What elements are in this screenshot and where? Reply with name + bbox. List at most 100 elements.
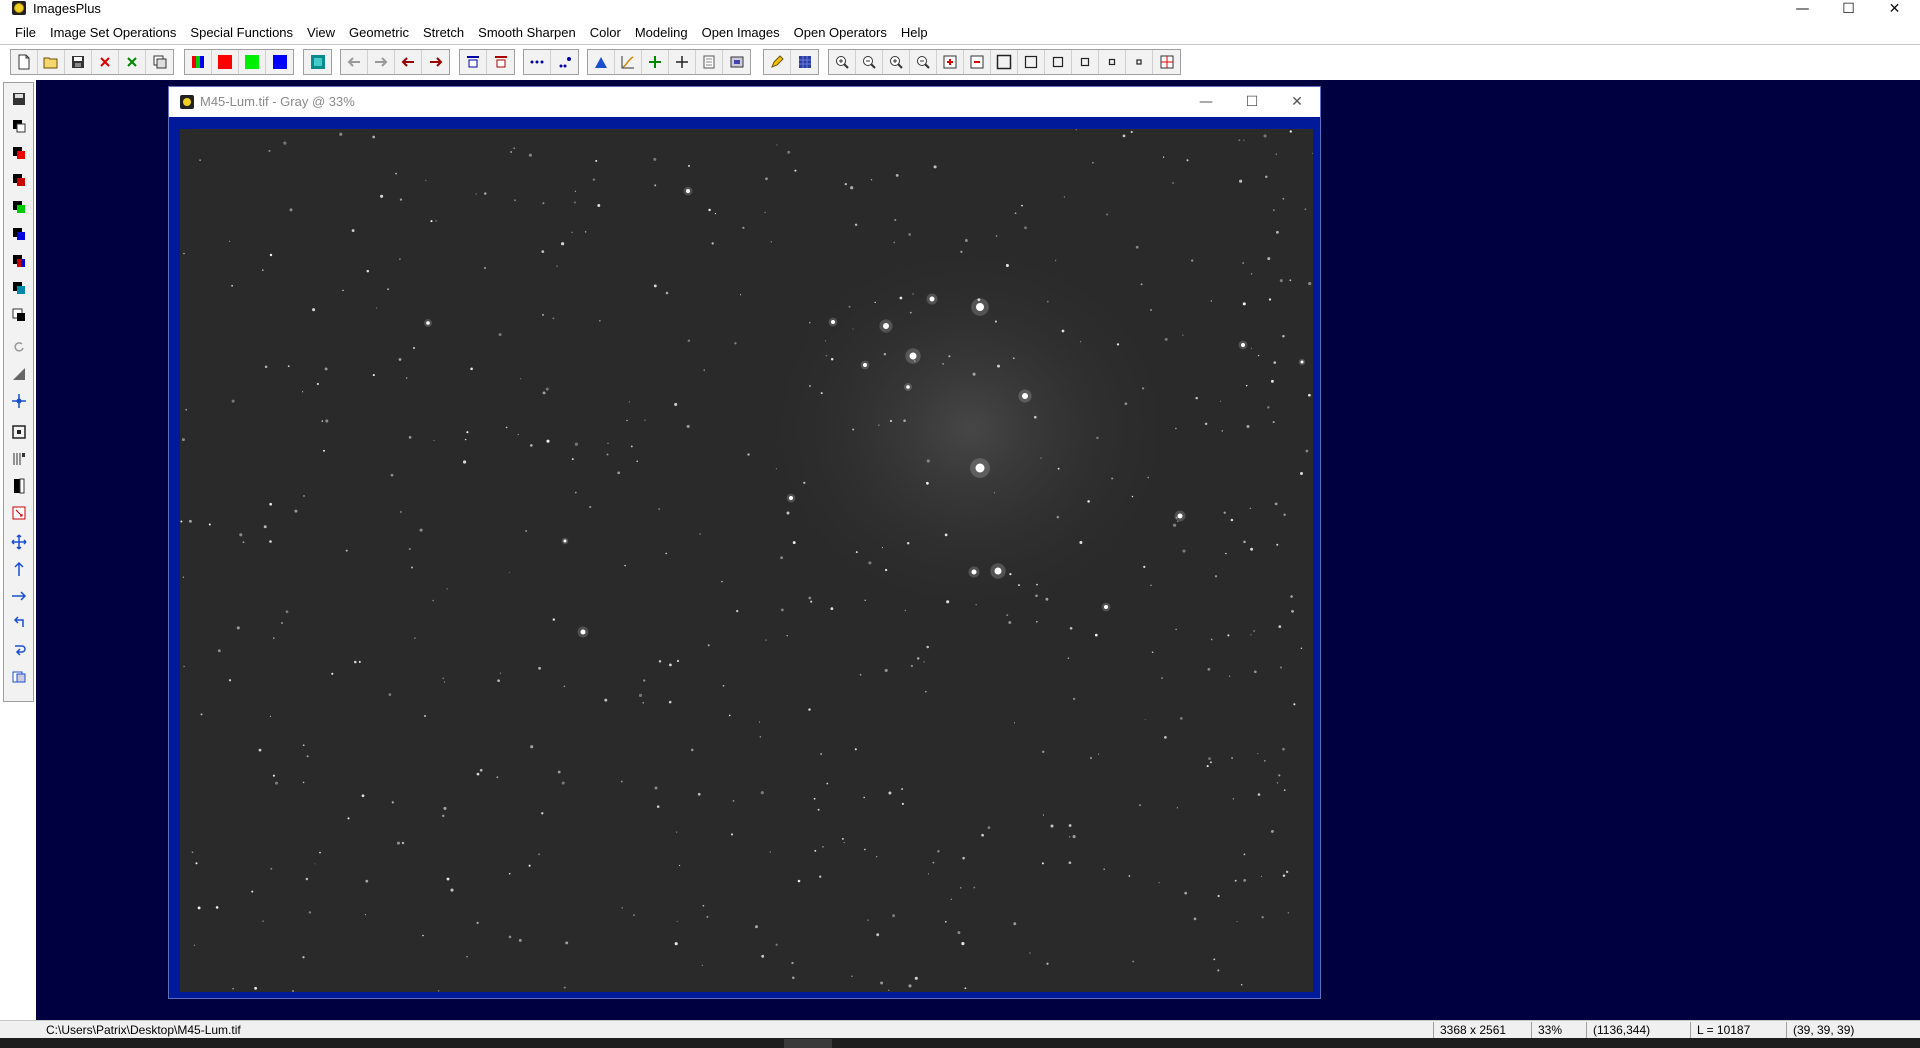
red-channel-icon[interactable] — [212, 50, 239, 74]
multi-color-square-icon[interactable] — [8, 250, 30, 272]
box-select-icon[interactable] — [8, 421, 30, 443]
square-xsmall-icon[interactable] — [1072, 50, 1099, 74]
menu-geometric[interactable]: Geometric — [342, 25, 416, 40]
diagonal-icon[interactable] — [8, 363, 30, 385]
zoom-out-2-icon[interactable] — [910, 50, 937, 74]
star — [217, 649, 221, 653]
star — [888, 791, 892, 795]
arrow-right-red-icon[interactable] — [422, 50, 449, 74]
star — [1128, 875, 1131, 877]
image-window-titlebar[interactable]: M45-Lum.tif - Gray @ 33% — ☐ ✕ — [169, 87, 1320, 117]
pencil-icon[interactable] — [764, 50, 791, 74]
open-folder-icon[interactable] — [38, 50, 65, 74]
blue-grid-icon[interactable] — [791, 50, 818, 74]
red-square-icon[interactable] — [8, 142, 30, 164]
square-dot-icon[interactable] — [1126, 50, 1153, 74]
arrow-right-gray-icon[interactable] — [368, 50, 395, 74]
zoom-fit-icon[interactable] — [883, 50, 910, 74]
curves-icon[interactable] — [615, 50, 642, 74]
arrow-up-icon[interactable] — [8, 558, 30, 580]
menu-bar: File Image Set Operations Special Functi… — [0, 22, 1920, 42]
star — [354, 660, 357, 664]
crosshair-green-icon[interactable] — [642, 50, 669, 74]
cyan-square-icon[interactable] — [8, 277, 30, 299]
crosshair-black-icon[interactable] — [669, 50, 696, 74]
square-tiny-icon[interactable] — [1099, 50, 1126, 74]
star — [1172, 182, 1174, 184]
menu-open-operators[interactable]: Open Operators — [787, 25, 894, 40]
image-canvas[interactable] — [180, 129, 1313, 992]
arrow-left-gray-icon[interactable] — [341, 50, 368, 74]
teal-square-icon[interactable] — [304, 50, 331, 74]
close-button[interactable]: ✕ — [1872, 0, 1917, 17]
square-large-icon[interactable] — [991, 50, 1018, 74]
stack-bottom-icon[interactable] — [487, 50, 514, 74]
arrow-right-icon[interactable] — [8, 585, 30, 607]
menu-modeling[interactable]: Modeling — [628, 25, 695, 40]
menu-smooth-sharpen[interactable]: Smooth Sharpen — [471, 25, 583, 40]
rotate-icon[interactable] — [8, 336, 30, 358]
select-region-icon[interactable] — [8, 502, 30, 524]
rgb-channels-icon[interactable] — [185, 50, 212, 74]
star — [287, 365, 290, 368]
menu-view[interactable]: View — [300, 25, 342, 40]
star — [261, 269, 264, 271]
plus-box-icon[interactable] — [937, 50, 964, 74]
maximize-button[interactable]: ☐ — [1826, 0, 1871, 17]
menu-special-functions[interactable]: Special Functions — [183, 25, 300, 40]
star — [668, 700, 672, 704]
move-icon[interactable] — [8, 531, 30, 553]
menu-open-images[interactable]: Open Images — [695, 25, 787, 40]
bw-square-icon[interactable] — [8, 115, 30, 137]
new-file-icon[interactable] — [11, 50, 38, 74]
rotate-right-icon[interactable] — [8, 639, 30, 661]
red-square-2-icon[interactable] — [8, 169, 30, 191]
star — [376, 307, 378, 309]
dots-pixel-icon[interactable] — [551, 50, 578, 74]
menu-image-set-operations[interactable]: Image Set Operations — [43, 25, 183, 40]
menu-help[interactable]: Help — [894, 25, 935, 40]
star — [1008, 621, 1012, 624]
save-icon[interactable] — [65, 50, 92, 74]
frame-icon[interactable] — [723, 50, 750, 74]
menu-stretch[interactable]: Stretch — [416, 25, 471, 40]
histogram-icon[interactable] — [588, 50, 615, 74]
blue-channel-icon[interactable] — [266, 50, 293, 74]
star — [552, 618, 556, 621]
close-red-x-icon[interactable] — [92, 50, 119, 74]
contrast-icon[interactable] — [8, 475, 30, 497]
image-close-button[interactable]: ✕ — [1277, 91, 1317, 113]
zoom-out-icon[interactable] — [856, 50, 883, 74]
window-copy-icon[interactable] — [8, 666, 30, 688]
star — [875, 855, 878, 858]
image-window[interactable]: M45-Lum.tif - Gray @ 33% — ☐ ✕ — [168, 86, 1321, 999]
star — [904, 609, 906, 612]
columns-icon[interactable] — [8, 448, 30, 470]
dots-line-icon[interactable] — [524, 50, 551, 74]
rotate-left-icon[interactable] — [8, 612, 30, 634]
image-minimize-button[interactable]: — — [1186, 91, 1226, 113]
square-small-icon[interactable] — [1045, 50, 1072, 74]
minimize-button[interactable]: — — [1780, 0, 1825, 17]
square-medium-icon[interactable] — [1018, 50, 1045, 74]
arrow-left-red-icon[interactable] — [395, 50, 422, 74]
stack-top-icon[interactable] — [460, 50, 487, 74]
copy-window-icon[interactable] — [146, 50, 173, 74]
zoom-in-icon[interactable] — [829, 50, 856, 74]
image-maximize-button[interactable]: ☐ — [1232, 91, 1272, 113]
star-point-icon[interactable] — [8, 390, 30, 412]
green-square-icon[interactable] — [8, 196, 30, 218]
blue-square-icon[interactable] — [8, 223, 30, 245]
menu-color[interactable]: Color — [583, 25, 628, 40]
grid-icon[interactable] — [696, 50, 723, 74]
menu-file[interactable]: File — [8, 25, 43, 40]
save-small-icon[interactable] — [8, 88, 30, 110]
taskbar-tab[interactable] — [784, 1039, 832, 1048]
crosshair-box-icon[interactable] — [1153, 50, 1180, 74]
close-green-x-icon[interactable] — [119, 50, 146, 74]
star — [1221, 430, 1224, 432]
green-channel-icon[interactable] — [239, 50, 266, 74]
white-square-icon[interactable] — [8, 304, 30, 326]
star — [342, 289, 344, 292]
minus-box-icon[interactable] — [964, 50, 991, 74]
